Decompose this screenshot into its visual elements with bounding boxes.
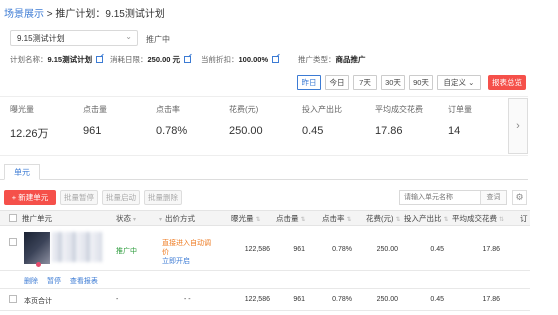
breadcrumb-root-link[interactable]: 场景展示 xyxy=(4,9,44,20)
row-cost: 250.00 xyxy=(376,246,398,253)
report-overview-button[interactable]: 报表总览 xyxy=(488,75,526,90)
date-filter-7days[interactable]: 7天 xyxy=(353,75,377,90)
date-filter-today[interactable]: 今日 xyxy=(325,75,349,90)
search-button[interactable]: 查词 xyxy=(480,191,506,204)
sort-icon: ⇅ xyxy=(395,217,401,223)
summary-ctr: 0.78% xyxy=(332,296,352,303)
row-checkbox[interactable] xyxy=(9,238,17,246)
bulk-start-button[interactable]: 批量启动 xyxy=(102,190,140,205)
summary-bid: - - xyxy=(184,296,191,303)
tab-divider xyxy=(0,179,528,180)
edit-icon[interactable] xyxy=(272,56,280,63)
row-roi: 0.45 xyxy=(430,246,444,253)
sort-icon: ⇅ xyxy=(443,217,449,223)
row-clicks: 961 xyxy=(293,246,305,253)
row-divider xyxy=(0,310,530,311)
row-avg-cost: 17.86 xyxy=(482,246,500,253)
view-report-link[interactable]: 查看报表 xyxy=(70,278,98,285)
chevron-down-icon: ⌄ xyxy=(125,32,132,41)
row-impressions: 122,586 xyxy=(244,246,270,253)
delete-link[interactable]: 删除 xyxy=(24,278,38,285)
column-header-status[interactable]: 状态 ▾ xyxy=(116,213,136,224)
table-header xyxy=(0,210,530,226)
edit-icon[interactable] xyxy=(96,56,104,63)
filter-icon: ▾ xyxy=(133,217,137,223)
unit-name-blurred xyxy=(52,232,102,262)
summary-impressions: 122,586 xyxy=(244,296,270,303)
plan-discount-info: 当前折扣：100.00% xyxy=(201,54,280,65)
metric-clicks[interactable]: 点击量 961 xyxy=(83,104,107,137)
plan-select[interactable]: 9.15测试计划 ⌄ xyxy=(10,30,138,46)
column-header-bid[interactable]: ▾ 出价方式 xyxy=(159,213,195,224)
gear-icon[interactable]: ⚙ xyxy=(512,190,527,205)
sort-icon: ⇅ xyxy=(300,217,306,223)
summary-roi: 0.45 xyxy=(430,296,444,303)
sort-icon: ⇅ xyxy=(346,217,352,223)
summary-avg-cost: 17.86 xyxy=(482,296,500,303)
plan-select-value: 9.15测试计划 xyxy=(17,34,65,43)
row-ctr: 0.78% xyxy=(332,246,352,253)
metric-ctr[interactable]: 点击率 0.78% xyxy=(156,104,187,137)
date-filter-custom[interactable]: 自定义 ⌄ xyxy=(437,75,481,90)
tab-unit[interactable]: 单元 xyxy=(4,164,40,180)
row-divider xyxy=(0,288,530,289)
plan-budget-info: 消耗日限：250.00 元 xyxy=(110,54,192,65)
row-bid-line1: 直接进入自动调 xyxy=(162,240,211,247)
column-header-impressions[interactable]: 曝光量 ⇅ xyxy=(231,213,261,224)
column-header-avg-cost[interactable]: 平均成交花费 ⇅ xyxy=(452,213,504,224)
breadcrumb-separator: > xyxy=(46,9,53,20)
date-filter-yesterday[interactable]: 昨日 xyxy=(297,75,321,90)
sort-icon: ⇅ xyxy=(499,217,505,223)
pause-link[interactable]: 暂停 xyxy=(47,278,61,285)
column-header-unit: 推广单元 xyxy=(22,214,52,223)
summary-checkbox[interactable] xyxy=(9,295,17,303)
date-filter-90days[interactable]: 90天 xyxy=(409,75,433,90)
row-bid-enable-link[interactable]: 立即开启 xyxy=(162,256,190,266)
edit-dot-icon[interactable] xyxy=(36,262,41,267)
chevron-right-icon[interactable]: › xyxy=(508,98,528,154)
row-divider xyxy=(0,270,530,271)
breadcrumb-current: 推广计划：9.15测试计划 xyxy=(55,9,165,20)
column-header-cost[interactable]: 花费(元) ⇅ xyxy=(366,213,401,224)
summary-cost: 250.00 xyxy=(376,296,398,303)
summary-clicks: 961 xyxy=(293,296,305,303)
bulk-pause-button[interactable]: 批量暂停 xyxy=(60,190,98,205)
select-all-checkbox[interactable] xyxy=(9,214,17,222)
date-filter-30days[interactable]: 30天 xyxy=(381,75,405,90)
metric-impressions[interactable]: 曝光量 12.26万 xyxy=(10,104,49,141)
metric-cost[interactable]: 花费(元) 250.00 xyxy=(229,104,263,137)
edit-icon[interactable] xyxy=(184,56,192,63)
plan-name-info: 计划名称：9.15测试计划 xyxy=(10,54,104,65)
metric-avg-cost[interactable]: 平均成交花费 17.86 xyxy=(375,104,423,137)
column-header-ctr[interactable]: 点击率 ⇅ xyxy=(322,213,352,224)
column-header-roi[interactable]: 投入产出比 ⇅ xyxy=(404,213,449,224)
metric-roi[interactable]: 投入产出比 0.45 xyxy=(302,104,342,137)
new-unit-button[interactable]: + 新建单元 xyxy=(4,190,56,205)
bulk-delete-button[interactable]: 批量删除 xyxy=(144,190,182,205)
plan-status: 推广中 xyxy=(146,35,170,44)
summary-status: - xyxy=(116,296,119,303)
breadcrumb: 场景展示 > 推广计划：9.15测试计划 xyxy=(4,5,165,20)
sort-icon: ⇅ xyxy=(255,217,261,223)
column-header-orders[interactable]: 订 xyxy=(520,213,528,224)
column-header-clicks[interactable]: 点击量 ⇅ xyxy=(276,213,306,224)
unit-search-input[interactable] xyxy=(400,191,478,204)
row-status: 推广中 xyxy=(116,248,137,255)
summary-label: 本页合计 xyxy=(24,298,52,305)
metric-orders[interactable]: 订单量 14 xyxy=(448,104,472,137)
filter-icon: ▾ xyxy=(159,217,163,223)
unit-thumbnail[interactable] xyxy=(24,232,50,264)
row-actions: 删除 暂停 查看报表 xyxy=(24,276,105,286)
plan-type-info: 推广类型：商品推广 xyxy=(298,55,366,64)
unit-search: 查词 xyxy=(399,190,507,205)
chevron-down-icon: ⌄ xyxy=(468,78,475,87)
